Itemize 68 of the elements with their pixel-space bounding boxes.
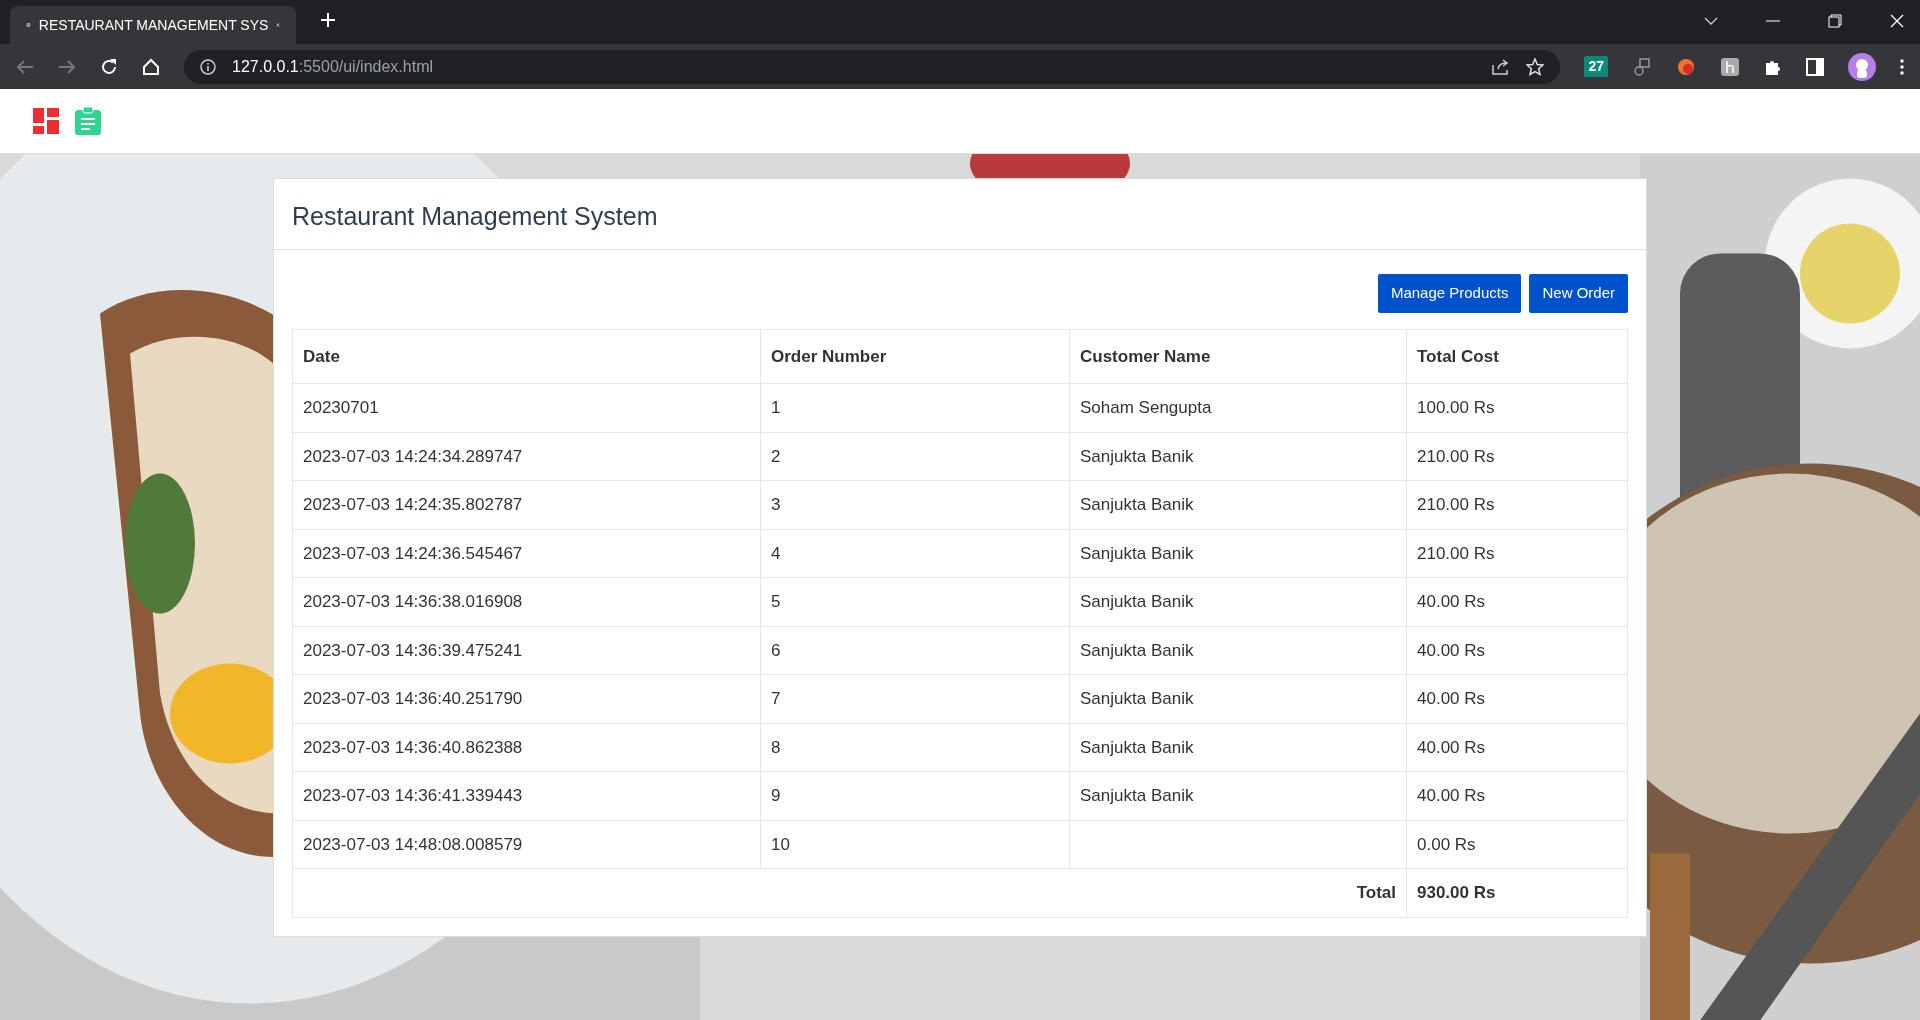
table-cell: 2	[760, 432, 1070, 481]
table-cell: Soham Sengupta	[1069, 383, 1407, 432]
table-cell: 2023-07-03 14:36:40.862388	[292, 723, 761, 772]
column-header: Total Cost	[1406, 329, 1628, 384]
table-cell: 40.00 Rs	[1406, 577, 1628, 626]
table-cell: 40.00 Rs	[1406, 626, 1628, 675]
table-cell: Sanjukta Banik	[1069, 529, 1407, 578]
new-tab-icon[interactable]	[320, 12, 336, 28]
table-cell: 2023-07-03 14:48:08.008579	[292, 820, 761, 869]
action-button[interactable]: New Order	[1529, 274, 1628, 313]
table-cell: 5	[760, 577, 1070, 626]
table-cell: 40.00 Rs	[1406, 771, 1628, 820]
column-header: Customer Name	[1069, 329, 1407, 384]
extension-icon[interactable]	[1720, 56, 1740, 77]
info-icon[interactable]	[200, 58, 216, 75]
share-icon[interactable]	[1492, 58, 1511, 75]
table-cell: Sanjukta Banik	[1069, 432, 1407, 481]
table-cell: 6	[760, 626, 1070, 675]
clipboard-icon[interactable]	[75, 107, 101, 135]
column-header: Date	[292, 329, 761, 384]
table-cell: Sanjukta Banik	[1069, 626, 1407, 675]
table-cell: 210.00 Rs	[1406, 529, 1628, 578]
column-header: Order Number	[760, 329, 1070, 384]
table-cell: 0.00 Rs	[1406, 820, 1628, 869]
avatar-icon[interactable]	[1848, 52, 1876, 81]
table-cell: 2023-07-03 14:36:38.016908	[292, 577, 761, 626]
table-cell: Sanjukta Banik	[1069, 577, 1407, 626]
table-cell: 4	[760, 529, 1070, 578]
chevron-down-icon[interactable]	[1704, 17, 1718, 25]
table-cell: 40.00 Rs	[1406, 674, 1628, 723]
table-cell: 8	[760, 723, 1070, 772]
table-cell: 2023-07-03 14:24:34.289747	[292, 432, 761, 481]
table-cell: Sanjukta Banik	[1069, 674, 1407, 723]
menu-icon[interactable]	[1900, 58, 1904, 75]
forward-icon[interactable]	[58, 58, 76, 75]
table-cell: Sanjukta Banik	[1069, 480, 1407, 529]
table-cell: 7	[760, 674, 1070, 723]
table-cell: 210.00 Rs	[1406, 480, 1628, 529]
action-button[interactable]: Manage Products	[1377, 274, 1522, 313]
home-icon[interactable]	[142, 57, 160, 76]
card-title: Restaurant Management System	[292, 201, 659, 231]
table-cell: 100.00 Rs	[1406, 383, 1628, 432]
dashboard-icon[interactable]	[33, 108, 59, 134]
table-cell: 20230701	[292, 383, 761, 432]
table-cell: 2023-07-03 14:36:40.251790	[292, 674, 761, 723]
reload-icon[interactable]	[100, 57, 118, 76]
table-cell: 2023-07-03 14:24:36.545467	[292, 529, 761, 578]
table-cell: 40.00 Rs	[1406, 723, 1628, 772]
side-panel-icon[interactable]	[1806, 57, 1824, 76]
table-cell: 2023-07-03 14:24:35.802787	[292, 480, 761, 529]
table-cell: 210.00 Rs	[1406, 432, 1628, 481]
restore-icon[interactable]	[1828, 14, 1842, 28]
url-text[interactable]: 127.0.0.1:5500/ui/index.html	[232, 54, 434, 79]
table-cell: 1	[760, 383, 1070, 432]
total-value: 930.00 Rs	[1406, 868, 1628, 917]
table-cell: Sanjukta Banik	[1069, 771, 1407, 820]
table-cell: 9	[760, 771, 1070, 820]
extension-icon[interactable]	[1676, 56, 1696, 77]
back-icon[interactable]	[16, 58, 34, 75]
table-cell: 2023-07-03 14:36:39.475241	[292, 626, 761, 675]
close-icon[interactable]	[1890, 14, 1904, 28]
extension-icon[interactable]: 27	[1584, 56, 1608, 77]
star-icon[interactable]	[1526, 57, 1545, 76]
total-label: Total	[292, 868, 1407, 917]
table-cell: 2023-07-03 14:36:41.339443	[292, 771, 761, 820]
table-cell: 10	[760, 820, 1070, 869]
table-cell: Sanjukta Banik	[1069, 723, 1407, 772]
table-cell: 3	[760, 480, 1070, 529]
